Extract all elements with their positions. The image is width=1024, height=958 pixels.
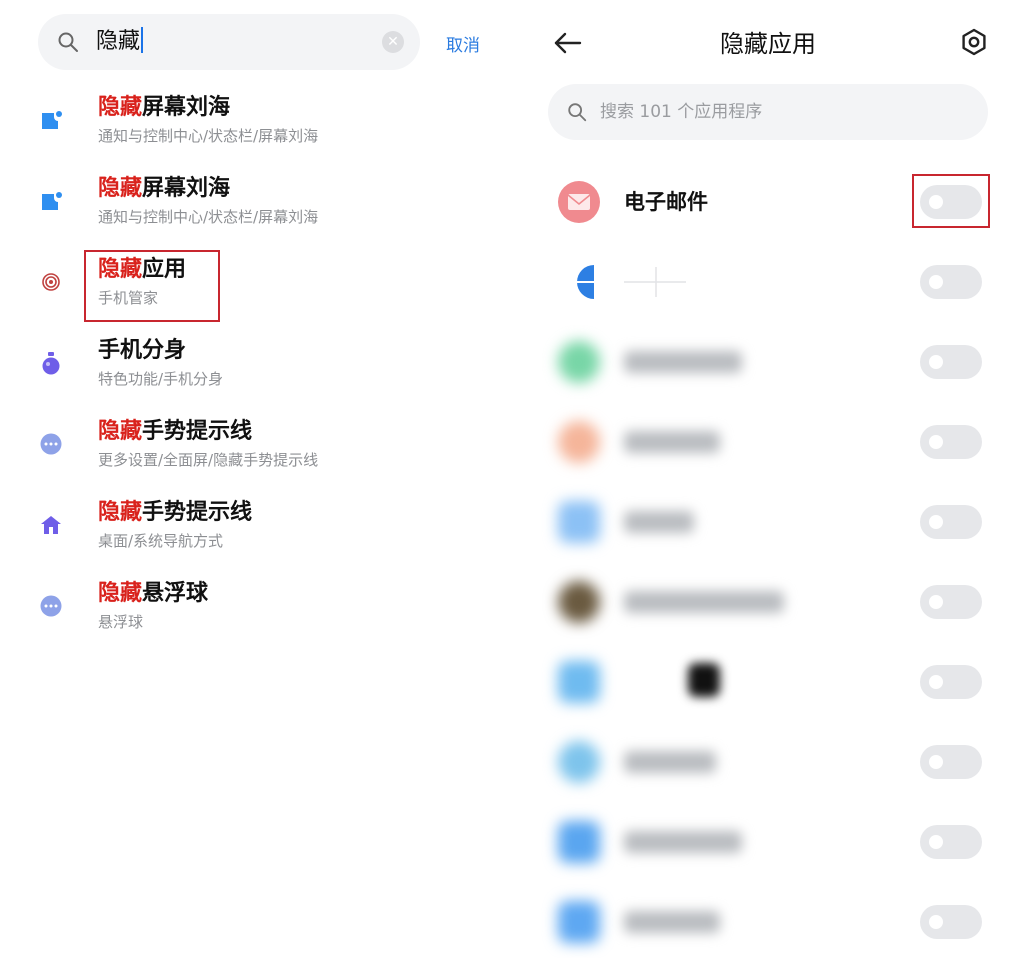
- app-name-redacted: [624, 351, 742, 373]
- app-name-redacted: [624, 831, 742, 853]
- search-input[interactable]: 隐藏: [96, 27, 144, 57]
- more-icon: [40, 595, 62, 617]
- notification-icon: [40, 190, 62, 212]
- toggle-knob: [929, 915, 943, 929]
- result-title: 隐藏手势提示线: [98, 418, 252, 446]
- result-title-text: 屏幕刘海: [142, 95, 231, 120]
- result-title-highlight: 隐藏: [98, 581, 143, 606]
- toggle-knob: [929, 755, 943, 769]
- hide-app-toggle[interactable]: [920, 265, 982, 299]
- home-icon: [40, 514, 62, 536]
- highlight-box: [912, 174, 990, 228]
- toggle-knob: [929, 515, 943, 529]
- hide-app-toggle[interactable]: [920, 505, 982, 539]
- app-icon: [558, 821, 600, 863]
- result-title-highlight: 隐藏: [98, 176, 143, 201]
- result-title-text: 手势提示线: [142, 500, 253, 525]
- search-result-item[interactable]: 隐藏手势提示线更多设置/全面屏/隐藏手势提示线: [0, 418, 500, 488]
- app-list-item[interactable]: [512, 807, 1024, 877]
- app-list-item[interactable]: [512, 887, 1024, 957]
- search-result-item[interactable]: 隐藏屏幕刘海通知与控制中心/状态栏/屏幕刘海: [0, 175, 500, 245]
- app-name-redacted: [624, 911, 720, 933]
- email-icon: [558, 181, 600, 223]
- app-list-item[interactable]: [512, 647, 1024, 717]
- result-subtitle: 悬浮球: [98, 613, 144, 631]
- app-search-bar[interactable]: 搜索 101 个应用程序: [548, 84, 988, 140]
- toggle-knob: [929, 595, 943, 609]
- toggle-knob: [929, 435, 943, 449]
- app-name-redacted: [624, 267, 686, 297]
- result-title-text: 屏幕刘海: [142, 176, 231, 201]
- highlight-box: [84, 250, 220, 322]
- clear-search-button[interactable]: ✕: [382, 31, 404, 53]
- app-name: 电子邮件: [624, 190, 708, 214]
- search-icon: [58, 32, 78, 52]
- app-list-item[interactable]: [512, 727, 1024, 797]
- result-subtitle: 通知与控制中心/状态栏/屏幕刘海: [98, 208, 319, 226]
- toggle-knob: [929, 675, 943, 689]
- result-title-text: 手势提示线: [142, 419, 253, 444]
- hidden-apps-panel: 隐藏应用 搜索 101 个应用程序 电子邮件: [512, 0, 1024, 958]
- result-title-highlight: 隐藏: [98, 500, 143, 525]
- result-title: 手机分身: [98, 337, 186, 365]
- result-title: 隐藏手势提示线: [98, 499, 252, 527]
- app-icon: [558, 341, 600, 383]
- result-title: 隐藏悬浮球: [98, 580, 208, 608]
- app-icon: [558, 741, 600, 783]
- hide-app-toggle[interactable]: [920, 905, 982, 939]
- app-name-redacted: [624, 431, 720, 453]
- app-name-redacted: [688, 663, 720, 697]
- app-icon: [558, 421, 600, 463]
- hide-app-toggle[interactable]: [920, 745, 982, 779]
- result-title-highlight: 隐藏: [98, 95, 143, 120]
- app-icon: [558, 501, 600, 543]
- app-list-item[interactable]: [512, 327, 1024, 397]
- cancel-button[interactable]: 取消: [446, 31, 480, 56]
- text-caret: [141, 27, 144, 53]
- app-search-input[interactable]: 搜索 101 个应用程序: [600, 100, 762, 124]
- search-result-item[interactable]: 隐藏手势提示线桌面/系统导航方式: [0, 499, 500, 569]
- result-title-text: 手机分身: [98, 338, 187, 363]
- toggle-knob: [929, 835, 943, 849]
- app-name-redacted: [624, 751, 716, 773]
- app-icon: [558, 581, 600, 623]
- result-title-highlight: 隐藏: [98, 419, 143, 444]
- app-list-item[interactable]: [512, 487, 1024, 557]
- result-title: 隐藏屏幕刘海: [98, 175, 230, 203]
- target-icon: [40, 271, 62, 293]
- result-subtitle: 通知与控制中心/状态栏/屏幕刘海: [98, 127, 319, 145]
- hide-app-toggle[interactable]: [920, 345, 982, 379]
- notification-icon: [40, 109, 62, 131]
- search-result-item[interactable]: 隐藏应用 手机管家: [0, 256, 500, 326]
- app-list-item[interactable]: [512, 247, 1024, 317]
- search-result-item[interactable]: 手机分身特色功能/手机分身: [0, 337, 500, 407]
- result-subtitle: 特色功能/手机分身: [98, 370, 224, 388]
- settings-gear-icon[interactable]: [960, 28, 988, 56]
- result-title: 隐藏屏幕刘海: [98, 94, 230, 122]
- app-icon: [558, 261, 600, 303]
- result-subtitle: 桌面/系统导航方式: [98, 532, 224, 550]
- settings-search-panel: 隐藏 ✕ 取消 隐藏屏幕刘海 通知与控制中心/状态栏/屏幕刘海 隐藏屏幕刘海 通知与控…: [0, 0, 512, 958]
- result-title-text: 悬浮球: [142, 581, 209, 606]
- search-result-item[interactable]: 隐藏悬浮球 悬浮球: [0, 580, 500, 650]
- app-list-item[interactable]: [512, 567, 1024, 637]
- page-title: 隐藏应用: [720, 30, 816, 58]
- hide-app-toggle[interactable]: [920, 825, 982, 859]
- settings-search-bar[interactable]: 隐藏 ✕: [38, 14, 420, 70]
- app-name-redacted: [624, 591, 784, 613]
- flask-icon: [40, 352, 62, 375]
- more-icon: [40, 433, 62, 455]
- toggle-knob: [929, 275, 943, 289]
- toggle-knob: [929, 355, 943, 369]
- app-icon: [558, 901, 600, 943]
- app-list-item[interactable]: [512, 407, 1024, 477]
- hide-app-toggle[interactable]: [920, 425, 982, 459]
- app-name-redacted: [624, 511, 694, 533]
- hide-app-toggle[interactable]: [920, 585, 982, 619]
- hide-app-toggle[interactable]: [920, 665, 982, 699]
- search-icon: [568, 103, 587, 122]
- result-subtitle: 更多设置/全面屏/隐藏手势提示线: [98, 451, 319, 469]
- app-icon: [558, 661, 600, 703]
- search-result-item[interactable]: 隐藏屏幕刘海通知与控制中心/状态栏/屏幕刘海: [0, 94, 500, 164]
